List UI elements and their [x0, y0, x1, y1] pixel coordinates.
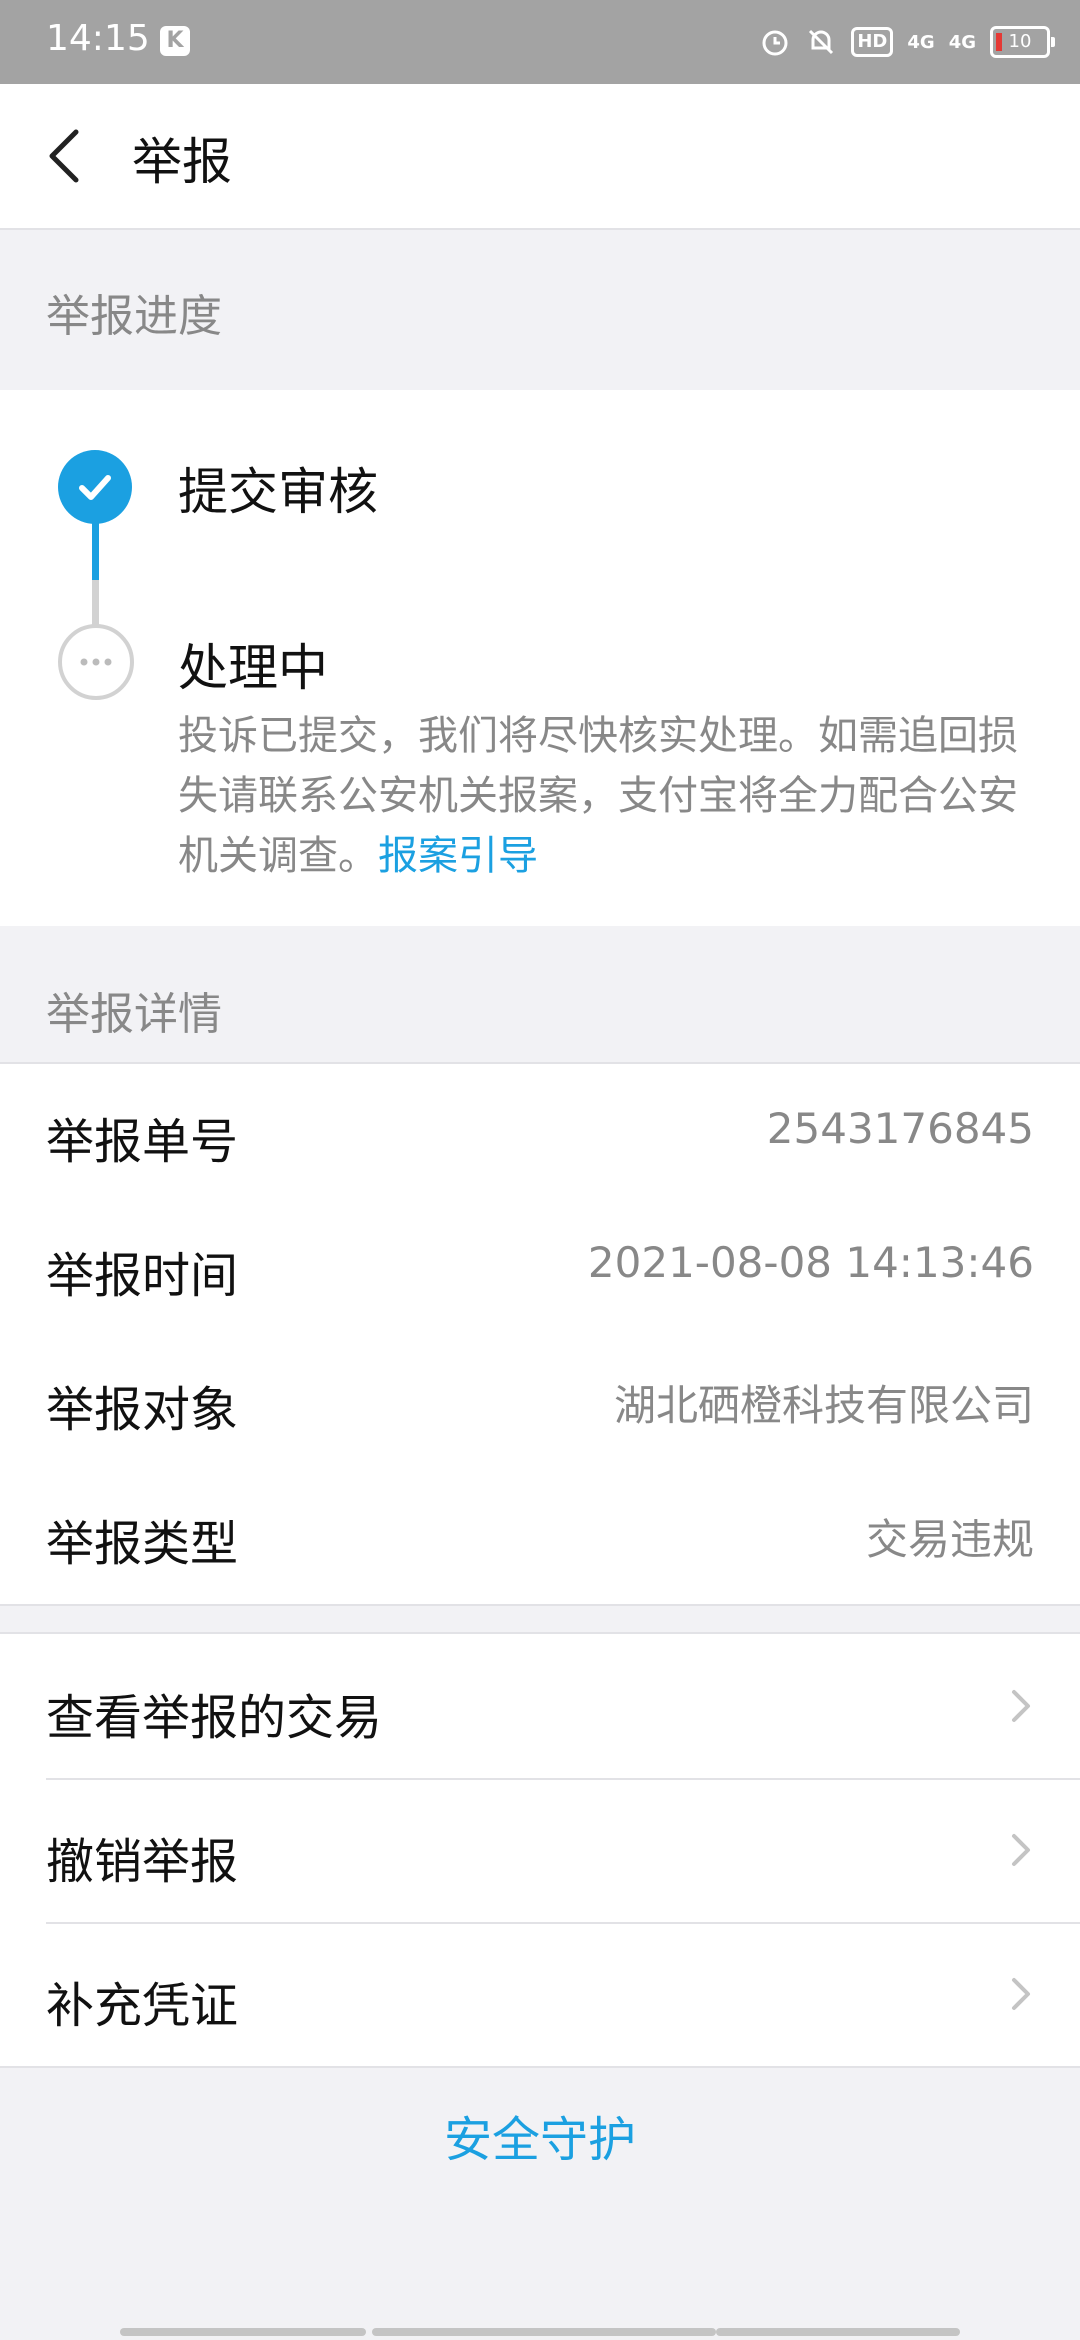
signal-4g-icon-2: 4G — [948, 31, 976, 53]
detail-label: 举报类型 — [46, 1516, 239, 1572]
home-indicator[interactable] — [716, 2328, 960, 2336]
timeline-line-active — [92, 522, 99, 582]
progress-section-header: 举报进度 — [0, 230, 1080, 390]
detail-value: 交易违规 — [865, 1515, 1034, 1564]
step-description: 投诉已提交，我们将尽快核实处理。如需追回损失请联系公安机关报案，支付宝将全力配合… — [178, 706, 1028, 886]
security-guard-link[interactable]: 安全守护 — [0, 2100, 1080, 2170]
detail-section-header: 举报详情 — [0, 926, 1080, 1062]
alarm-icon — [762, 30, 788, 56]
progress-section-title: 举报进度 — [46, 291, 222, 342]
add-evidence-item[interactable]: 补充凭证 — [0, 1922, 1080, 2066]
detail-row-report-id: 举报单号 2543176845 — [0, 1064, 1080, 1198]
chevron-right-icon — [1012, 1690, 1030, 1722]
progress-timeline: 提交审核 处理中 投诉已提交，我们将尽快核实处理。如需追回损失请联系公安机关报案… — [0, 390, 1080, 926]
action-label: 撤销举报 — [46, 1834, 239, 1890]
back-arrow-icon[interactable] — [42, 124, 92, 188]
step-done-check-icon — [58, 450, 132, 524]
chevron-right-icon — [1012, 1834, 1030, 1866]
detail-value: 2543176845 — [766, 1104, 1034, 1153]
status-icons: HD 4G 4G 10 — [759, 20, 1055, 64]
home-indicator[interactable] — [120, 2328, 366, 2336]
signal-4g-icon: 4G — [907, 31, 935, 53]
step-pending-ellipsis-icon — [58, 624, 134, 700]
detail-row-report-target: 举报对象 湖北硒橙科技有限公司 — [0, 1332, 1080, 1466]
detail-value: 湖北硒橙科技有限公司 — [613, 1381, 1034, 1430]
detail-row-report-time: 举报时间 2021-08-08 14:13:46 — [0, 1198, 1080, 1332]
detail-label: 举报单号 — [46, 1114, 239, 1170]
app-notification-icon: K — [160, 26, 190, 56]
page-title: 举报 — [132, 133, 232, 191]
timeline-line — [92, 580, 99, 628]
detail-section-title: 举报详情 — [46, 989, 222, 1040]
detail-label: 举报时间 — [46, 1248, 239, 1304]
hd-voice-icon: HD — [851, 27, 894, 57]
step-title-submitted: 提交审核 — [178, 463, 378, 521]
status-bar: 14:15 K HD 4G 4G 10 — [0, 0, 1080, 84]
step-title-processing: 处理中 — [178, 639, 328, 697]
mute-icon — [809, 29, 834, 55]
nav-bar: 举报 — [0, 84, 1080, 230]
report-guide-link[interactable]: 报案引导 — [378, 833, 538, 879]
detail-label: 举报对象 — [46, 1382, 239, 1438]
action-label: 补充凭证 — [46, 1978, 239, 2034]
home-indicator[interactable] — [372, 2328, 716, 2336]
withdraw-report-item[interactable]: 撤销举报 — [0, 1778, 1080, 1922]
chevron-right-icon — [1012, 1978, 1030, 2010]
detail-list: 举报单号 2543176845 举报时间 2021-08-08 14:13:46… — [0, 1062, 1080, 1606]
battery-icon: 10 — [990, 26, 1055, 58]
view-reported-transaction-item[interactable]: 查看举报的交易 — [0, 1634, 1080, 1778]
detail-row-report-type: 举报类型 交易违规 — [0, 1466, 1080, 1600]
status-time: 14:15 — [46, 18, 150, 59]
action-label: 查看举报的交易 — [46, 1690, 383, 1746]
detail-value: 2021-08-08 14:13:46 — [587, 1238, 1034, 1287]
step-description-text: 投诉已提交，我们将尽快核实处理。如需追回损失请联系公安机关报案，支付宝将全力配合… — [178, 713, 1018, 879]
action-list: 查看举报的交易 撤销举报 补充凭证 — [0, 1632, 1080, 2068]
